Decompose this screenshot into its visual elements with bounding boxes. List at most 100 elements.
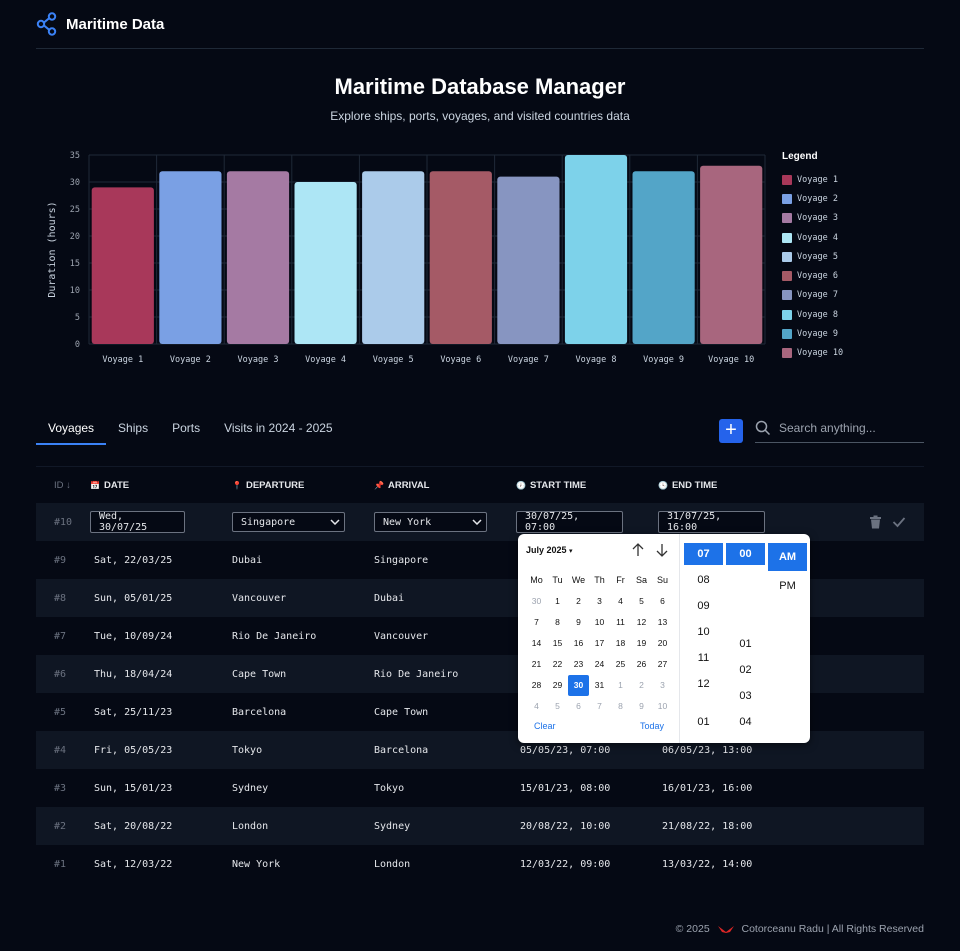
legend-item[interactable]: Voyage 8 — [782, 305, 843, 324]
minute-option[interactable]: 01 — [726, 631, 765, 657]
calendar-day[interactable]: 3 — [589, 591, 610, 612]
header-departure[interactable]: 📍 DEPARTURE — [232, 480, 374, 491]
header-start-time[interactable]: 🕖 START TIME — [516, 480, 658, 491]
calendar-day[interactable]: 22 — [547, 654, 568, 675]
calendar-day[interactable]: 8 — [547, 612, 568, 633]
tab-ships[interactable]: Ships — [106, 412, 160, 445]
header-id[interactable]: ID ↓ — [36, 480, 90, 491]
departure-select[interactable]: Singapore — [232, 512, 345, 532]
hour-option[interactable]: 08 — [684, 567, 723, 593]
calendar-day[interactable]: 29 — [547, 675, 568, 696]
legend-item[interactable]: Voyage 6 — [782, 266, 843, 285]
hour-option[interactable]: 07 — [684, 543, 723, 565]
tab-ports[interactable]: Ports — [160, 412, 212, 445]
minute-option[interactable]: 04 — [726, 709, 765, 735]
calendar-day[interactable]: 19 — [631, 633, 652, 654]
calendar-day[interactable]: 21 — [526, 654, 547, 675]
calendar-day[interactable]: 5 — [631, 591, 652, 612]
bar[interactable] — [497, 176, 560, 344]
calendar-day[interactable]: 14 — [526, 633, 547, 654]
calendar-day[interactable]: 4 — [610, 591, 631, 612]
bar[interactable] — [294, 182, 357, 344]
legend-item[interactable]: Voyage 7 — [782, 286, 843, 305]
arrow-down-icon[interactable] — [654, 542, 670, 558]
hour-option[interactable]: 01 — [684, 709, 723, 735]
legend-item[interactable]: Voyage 3 — [782, 209, 843, 228]
calendar-day[interactable]: 1 — [547, 591, 568, 612]
calendar-day[interactable]: 24 — [589, 654, 610, 675]
calendar-day[interactable]: 2 — [631, 675, 652, 696]
calendar-day[interactable]: 12 — [631, 612, 652, 633]
calendar-day[interactable]: 20 — [652, 633, 673, 654]
tab-visits[interactable]: Visits in 2024 - 2025 — [212, 412, 345, 445]
calendar-day[interactable]: 9 — [631, 696, 652, 717]
bar[interactable] — [91, 187, 154, 344]
table-row[interactable]: #3 Sun, 15/01/23 Sydney Tokyo 15/01/23, 08:0… — [36, 769, 924, 807]
bar[interactable] — [362, 171, 425, 344]
date-input[interactable]: Wed, 30/07/25 — [90, 511, 185, 533]
table-row[interactable]: #2 Sat, 20/08/22 London Sydney 20/08/22, 10:… — [36, 807, 924, 845]
calendar-day[interactable]: 27 — [652, 654, 673, 675]
calendar-day[interactable]: 31 — [589, 675, 610, 696]
calendar-day[interactable]: 10 — [652, 696, 673, 717]
bar[interactable] — [429, 171, 492, 344]
legend-item[interactable]: Voyage 2 — [782, 189, 843, 208]
calendar-day[interactable]: 28 — [526, 675, 547, 696]
minute-option[interactable]: 02 — [726, 657, 765, 683]
calendar-day[interactable]: 10 — [589, 612, 610, 633]
end-time-input[interactable]: 31/07/25, 16:00 — [658, 511, 765, 533]
ampm-option[interactable]: AM — [768, 543, 807, 571]
brand[interactable]: Maritime Data — [36, 12, 164, 36]
minute-option[interactable]: 03 — [726, 683, 765, 709]
bar[interactable] — [226, 171, 290, 344]
calendar-day[interactable]: 16 — [568, 633, 589, 654]
calendar-day[interactable]: 8 — [610, 696, 631, 717]
hour-option[interactable]: 12 — [684, 671, 723, 697]
calendar-day-selected[interactable]: 30 — [568, 675, 589, 696]
bar[interactable] — [159, 171, 222, 344]
calendar-day[interactable]: 2 — [568, 591, 589, 612]
calendar-day[interactable]: 17 — [589, 633, 610, 654]
bar[interactable] — [700, 165, 763, 344]
month-selector[interactable]: July 2025 ▾ — [526, 545, 573, 555]
legend-item[interactable]: Voyage 1 — [782, 170, 843, 189]
arrival-select[interactable]: New York — [374, 512, 487, 532]
bar[interactable] — [564, 155, 628, 344]
header-date[interactable]: 📅 DATE — [90, 480, 232, 491]
table-row[interactable]: #1 Sat, 12/03/22 New York London 12/03/22, 0… — [36, 845, 924, 883]
calendar-day[interactable]: 26 — [631, 654, 652, 675]
tab-voyages[interactable]: Voyages — [36, 412, 107, 445]
search-input[interactable] — [779, 421, 919, 435]
add-button[interactable]: + — [719, 419, 743, 443]
hour-option[interactable]: 10 — [684, 619, 723, 645]
check-icon[interactable] — [892, 516, 906, 528]
clear-button[interactable]: Clear — [534, 721, 556, 731]
header-end-time[interactable]: 🕓 END TIME — [658, 480, 800, 491]
calendar-day[interactable]: 1 — [610, 675, 631, 696]
legend-item[interactable]: Voyage 4 — [782, 228, 843, 247]
calendar-day[interactable]: 15 — [547, 633, 568, 654]
calendar-day[interactable]: 30 — [526, 591, 547, 612]
calendar-day[interactable]: 9 — [568, 612, 589, 633]
today-button[interactable]: Today — [640, 721, 664, 731]
calendar-day[interactable]: 7 — [526, 612, 547, 633]
bar[interactable] — [632, 171, 695, 344]
calendar-day[interactable]: 4 — [526, 696, 547, 717]
calendar-day[interactable]: 6 — [568, 696, 589, 717]
calendar-day[interactable]: 11 — [610, 612, 631, 633]
hour-option[interactable]: 09 — [684, 593, 723, 619]
calendar-day[interactable]: 25 — [610, 654, 631, 675]
ampm-option[interactable]: PM — [768, 573, 807, 599]
minute-option[interactable]: 00 — [726, 543, 765, 565]
legend-item[interactable]: Voyage 10 — [782, 344, 843, 363]
legend-item[interactable]: Voyage 9 — [782, 324, 843, 343]
legend-item[interactable]: Voyage 5 — [782, 247, 843, 266]
calendar-day[interactable]: 13 — [652, 612, 673, 633]
calendar-day[interactable]: 6 — [652, 591, 673, 612]
calendar-day[interactable]: 7 — [589, 696, 610, 717]
trash-icon[interactable] — [869, 515, 882, 529]
calendar-day[interactable]: 5 — [547, 696, 568, 717]
header-arrival[interactable]: 📌 ARRIVAL — [374, 480, 516, 491]
calendar-day[interactable]: 3 — [652, 675, 673, 696]
hour-option[interactable]: 11 — [684, 645, 723, 671]
